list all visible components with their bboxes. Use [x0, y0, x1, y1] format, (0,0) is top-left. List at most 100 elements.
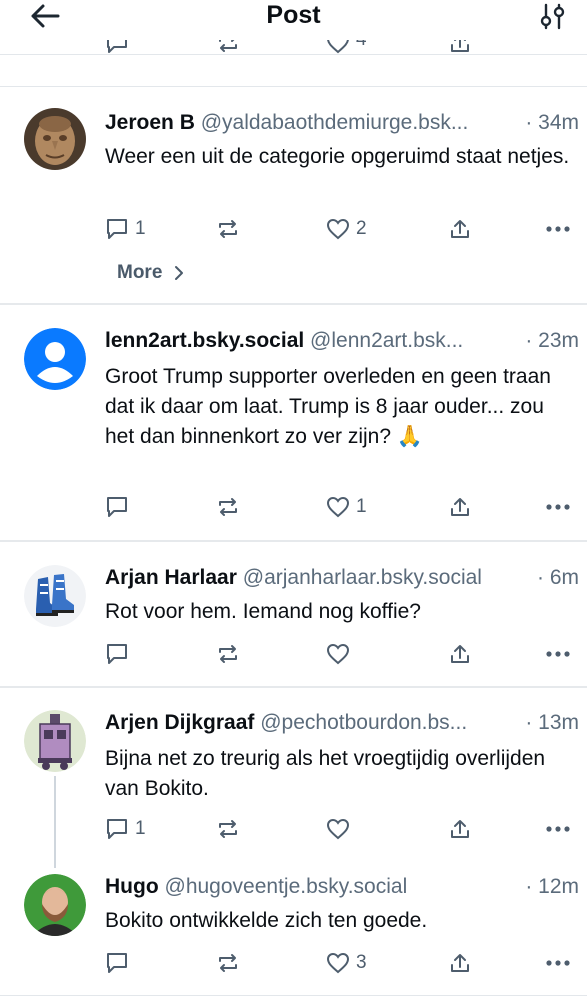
- post-time: · 23m: [519, 326, 579, 356]
- avatar[interactable]: [24, 108, 86, 170]
- avatar[interactable]: [24, 874, 86, 936]
- like-icon: [326, 952, 350, 974]
- ellipsis-icon: [546, 504, 570, 510]
- post-time: · 13m: [519, 708, 579, 738]
- like-count: 2: [356, 218, 367, 239]
- share-button[interactable]: [449, 814, 471, 844]
- repost-button[interactable]: [216, 214, 240, 244]
- post-time: · 34m: [519, 108, 579, 138]
- like-button[interactable]: [326, 814, 350, 844]
- share-button[interactable]: [449, 492, 471, 522]
- like-count: 1: [356, 496, 367, 517]
- like-icon: [326, 218, 350, 240]
- share-icon: [451, 498, 469, 516]
- chevron-right-icon: [175, 266, 184, 280]
- more-options-button[interactable]: [545, 948, 571, 978]
- ellipsis-icon: [546, 826, 570, 832]
- post-text: Bijna net zo treurig als het vroegtijdig…: [105, 747, 546, 800]
- author-handle[interactable]: @pechotbourdon.bs...: [260, 711, 467, 734]
- ellipsis-icon: [546, 651, 570, 657]
- post-text: Weer een uit de categorie opgeruimd staa…: [105, 145, 570, 168]
- like-button[interactable]: [326, 639, 350, 669]
- divider: [0, 540, 587, 542]
- author-name[interactable]: Arjen Dijkgraaf: [105, 711, 254, 734]
- more-options-button[interactable]: [545, 214, 571, 244]
- top-bar: Post 4: [0, 0, 587, 55]
- share-icon[interactable]: [449, 40, 471, 54]
- divider: [0, 86, 587, 87]
- reply-button[interactable]: 1: [105, 214, 146, 244]
- share-icon: [451, 220, 469, 238]
- avatar[interactable]: [24, 565, 86, 627]
- author-name[interactable]: Hugo: [105, 875, 159, 898]
- more-options-button[interactable]: [545, 814, 571, 844]
- reply-icon: [107, 819, 127, 839]
- repost-icon: [219, 645, 237, 663]
- repost-icon[interactable]: [216, 40, 240, 54]
- reply-button[interactable]: [105, 948, 129, 978]
- author-name[interactable]: lenn2art.bsky.social: [105, 329, 304, 352]
- post-actions: 1: [0, 492, 587, 522]
- repost-icon: [219, 498, 237, 516]
- author-name[interactable]: Jeroen B: [105, 111, 195, 134]
- previous-post-actions: 4: [0, 40, 587, 54]
- repost-icon: [219, 954, 237, 972]
- repost-button[interactable]: [216, 639, 240, 669]
- divider: [0, 303, 587, 305]
- reply-icon[interactable]: [105, 40, 129, 54]
- like-count: 4: [356, 40, 367, 49]
- post-actions: [0, 639, 587, 669]
- post-text: Groot Trump supporter overleden en geen …: [105, 365, 551, 448]
- author-handle[interactable]: @yaldabaothdemiurge.bsk...: [201, 111, 469, 134]
- more-options-button[interactable]: [545, 492, 571, 522]
- like-button[interactable]: 1: [326, 492, 367, 522]
- share-button[interactable]: [449, 214, 471, 244]
- reply-icon: [107, 497, 127, 517]
- repost-button[interactable]: [216, 492, 240, 522]
- page-title: Post: [266, 1, 321, 29]
- avatar[interactable]: [24, 710, 86, 772]
- share-icon: [451, 820, 469, 838]
- more-label: More: [117, 262, 163, 283]
- share-icon: [451, 954, 469, 972]
- ellipsis-icon: [546, 960, 570, 966]
- avatar[interactable]: [24, 328, 86, 390]
- like-icon: [326, 496, 350, 518]
- author-name[interactable]: Arjan Harlaar: [105, 566, 237, 589]
- repost-icon: [219, 820, 237, 838]
- repost-button[interactable]: [216, 814, 240, 844]
- thread-settings-icon[interactable]: [539, 2, 567, 30]
- post-time: · 12m: [519, 872, 579, 902]
- more-replies-button[interactable]: More: [117, 262, 184, 284]
- reply-count: 1: [135, 818, 146, 839]
- post-text: Bokito ontwikkelde zich ten goede.: [105, 909, 428, 932]
- like-button[interactable]: 2: [326, 214, 367, 244]
- divider: [0, 995, 587, 996]
- like-icon: [326, 818, 350, 840]
- like-icon[interactable]: 4: [326, 40, 367, 54]
- post-time: · 6m: [531, 563, 579, 593]
- more-options-button[interactable]: [545, 639, 571, 669]
- share-icon: [451, 645, 469, 663]
- author-handle[interactable]: @arjanharlaar.bsky.social: [243, 566, 482, 589]
- share-button[interactable]: [449, 948, 471, 978]
- reply-button[interactable]: 1: [105, 814, 146, 844]
- divider: [0, 686, 587, 688]
- like-button[interactable]: 3: [326, 948, 367, 978]
- post-actions: 1 2: [0, 214, 587, 244]
- reply-button[interactable]: [105, 639, 129, 669]
- author-handle[interactable]: @lenn2art.bsk...: [310, 329, 463, 352]
- like-count: 3: [356, 952, 367, 973]
- post-actions: 3: [0, 948, 587, 978]
- reply-button[interactable]: [105, 492, 129, 522]
- author-handle[interactable]: @hugoveentje.bsky.social: [165, 875, 408, 898]
- reply-icon: [107, 953, 127, 973]
- reply-count: 1: [135, 218, 146, 239]
- repost-button[interactable]: [216, 948, 240, 978]
- like-icon: [326, 643, 350, 665]
- reply-icon: [107, 644, 127, 664]
- share-button[interactable]: [449, 639, 471, 669]
- ellipsis-icon: [546, 226, 570, 232]
- repost-icon: [219, 220, 237, 238]
- reply-icon: [107, 219, 127, 239]
